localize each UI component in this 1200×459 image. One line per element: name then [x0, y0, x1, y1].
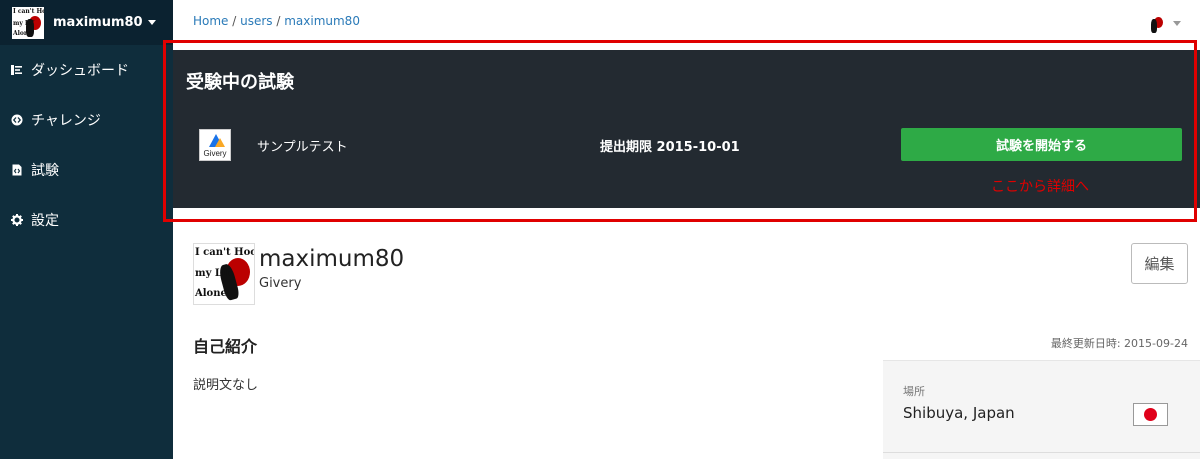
avatar-text: Alone: [195, 288, 227, 299]
japan-flag-icon: [1133, 403, 1168, 426]
avatar-text: my Lif: [13, 19, 35, 27]
avatar-text: I can't Hook: [195, 247, 254, 258]
bio-text: 説明文なし: [193, 378, 259, 393]
sidebar-item-label: 設定: [31, 213, 59, 229]
breadcrumb-separator: /: [228, 14, 241, 28]
sidebar-item-label: 試験: [31, 163, 59, 179]
code-file-icon: [11, 164, 23, 176]
sidebar-item-settings[interactable]: 設定: [0, 195, 173, 245]
top-avatar[interactable]: [1142, 11, 1166, 35]
sidebar-item-label: チャレンジ: [31, 113, 101, 129]
sidebar: I can't Hook my Lif Alone maximum80 ダッシュ…: [0, 0, 173, 459]
profile-company: Givery: [259, 276, 302, 291]
sidebar-item-dashboard[interactable]: ダッシュボード: [0, 45, 173, 95]
sidebar-item-exam[interactable]: 試験: [0, 145, 173, 195]
profile-avatar: I can't Hook my Lif Alone: [193, 243, 255, 305]
breadcrumb-current-link[interactable]: maximum80: [284, 14, 360, 28]
sidebar-item-label: ダッシュボード: [31, 63, 129, 79]
breadcrumb-separator: /: [272, 14, 285, 28]
dashboard-icon: [11, 64, 23, 76]
gear-icon: [11, 214, 23, 226]
avatar: I can't Hook my Lif Alone: [12, 6, 44, 39]
location-label: 場所: [903, 385, 925, 398]
chevron-down-icon: [147, 20, 156, 25]
annotation-note: ここから詳細へ: [991, 179, 1089, 195]
breadcrumb-users-link[interactable]: users: [240, 14, 272, 28]
bio-heading: 自己紹介: [193, 337, 258, 356]
chevron-down-icon[interactable]: [1173, 21, 1181, 26]
user-menu[interactable]: I can't Hook my Lif Alone maximum80: [0, 0, 173, 45]
code-icon: [11, 114, 23, 126]
sidebar-username: maximum80: [53, 15, 143, 30]
location-value: Shibuya, Japan: [903, 404, 1015, 422]
avatar-text: I can't Hook: [13, 7, 44, 15]
sidebar-item-challenge[interactable]: チャレンジ: [0, 95, 173, 145]
last-updated: 最終更新日時: 2015-09-24: [1050, 337, 1188, 350]
location-card: 場所 Shibuya, Japan: [883, 360, 1200, 459]
avatar-text: Alone: [13, 29, 33, 37]
divider: [883, 452, 1200, 453]
edit-profile-button[interactable]: 編集: [1131, 243, 1188, 284]
profile-username: maximum80: [259, 246, 405, 272]
avatar-text: my Lif: [195, 268, 231, 279]
breadcrumb-home-link[interactable]: Home: [193, 14, 228, 28]
breadcrumb: Home / users / maximum80: [193, 14, 360, 28]
